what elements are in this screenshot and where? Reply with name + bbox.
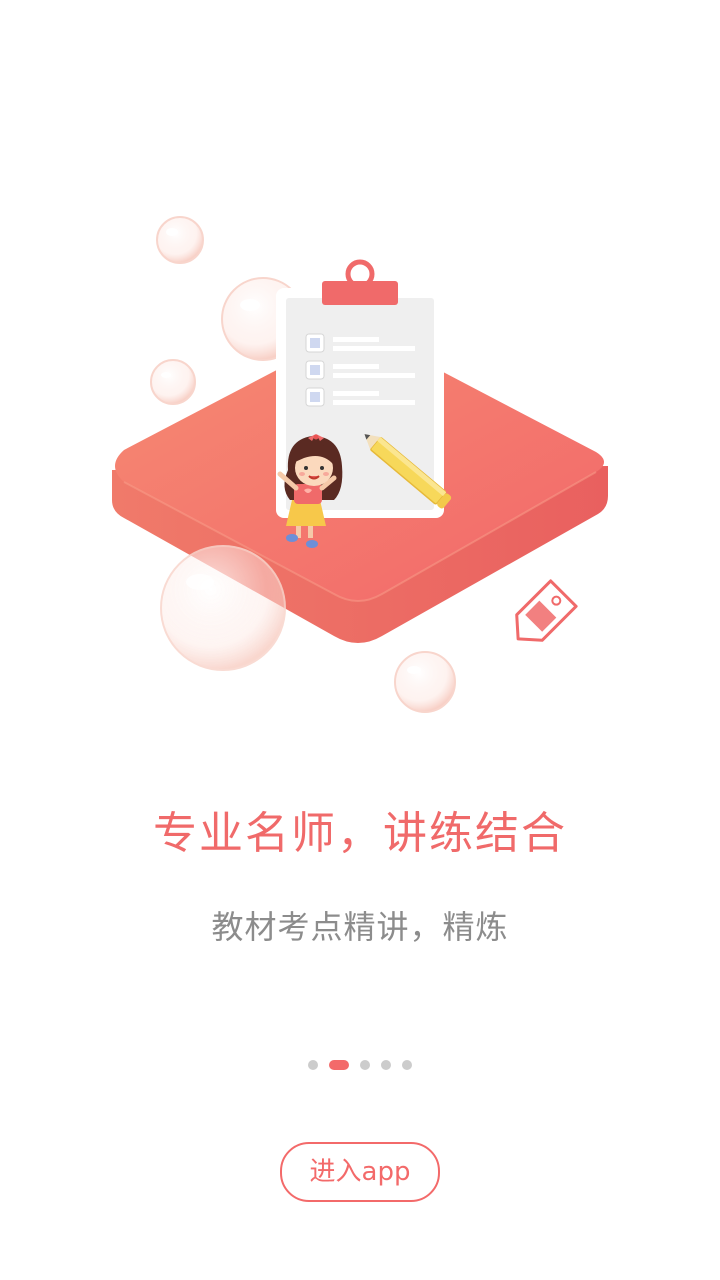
bubble-icon (156, 216, 204, 264)
onboarding-screen: 专业名师，讲练结合 教材考点精讲，精炼 进入app (0, 0, 720, 1280)
price-tag-icon (515, 579, 578, 642)
page-indicator (0, 1059, 720, 1071)
onboarding-subtitle: 教材考点精讲，精炼 (211, 908, 509, 946)
page-dot-4[interactable] (381, 1060, 391, 1070)
onboarding-title: 专业名师，讲练结合 (153, 808, 567, 859)
bubble-icon (394, 651, 456, 713)
enter-app-button[interactable]: 进入app (280, 1142, 440, 1202)
onboarding-illustration (112, 216, 608, 713)
page-dot-1[interactable] (308, 1060, 318, 1070)
page-dot-5[interactable] (402, 1060, 412, 1070)
page-dot-2[interactable] (329, 1060, 349, 1070)
bubble-icon (150, 359, 196, 405)
page-dot-3[interactable] (360, 1060, 370, 1070)
bubble-icon (160, 545, 286, 671)
